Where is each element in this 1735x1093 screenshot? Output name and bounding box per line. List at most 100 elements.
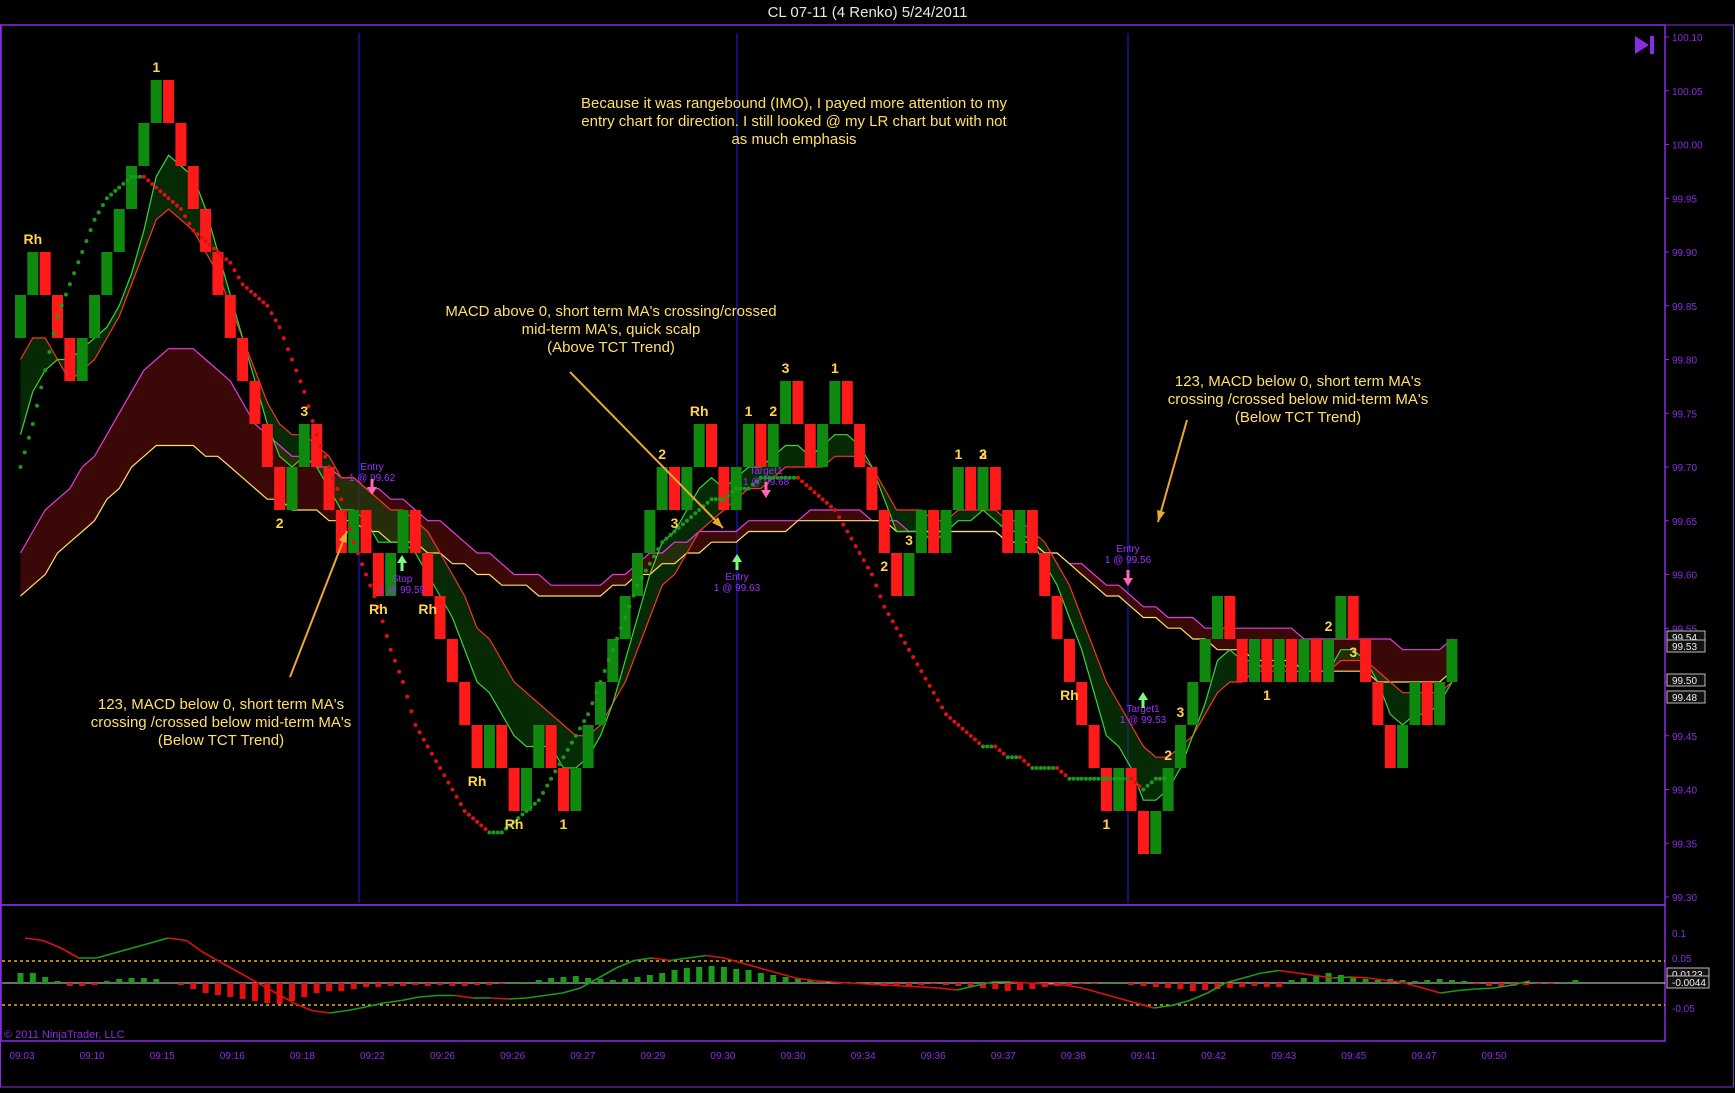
bull-brick — [767, 424, 779, 467]
long-ma-dot — [302, 389, 307, 394]
annotation-line: entry chart for direction. I still looke… — [581, 113, 1007, 130]
macd-line-segment — [1028, 982, 1047, 985]
macd-histogram-bar — [794, 979, 801, 983]
bear-brick — [212, 252, 224, 295]
bear-brick — [1347, 596, 1359, 639]
macd-line-segment — [24, 937, 44, 942]
long-ma-dot — [1022, 758, 1027, 763]
annotation-line: Because it was rangebound (IMO), I payed… — [581, 95, 1008, 112]
macd-histogram-bar — [720, 967, 727, 983]
long-ma-dot — [261, 300, 266, 305]
long-ma-dot — [927, 683, 932, 688]
long-ma-dot — [141, 174, 146, 179]
macd-line-segment — [902, 985, 921, 988]
macd-line-segment — [1064, 984, 1083, 989]
bull-brick — [1174, 725, 1186, 768]
long-ma-dot — [1088, 776, 1093, 781]
macd-line-segment — [508, 997, 527, 1000]
long-ma-dot — [590, 701, 595, 706]
pattern-label: 1 — [831, 360, 839, 376]
bear-brick — [471, 725, 483, 768]
macd-panel: 0.10.05-0.050.0123-0.0044 — [2, 929, 1710, 1015]
long-ma-dot — [178, 207, 183, 211]
annotation-text: 123, MACD below 0, short term MA's crossi… — [91, 696, 351, 749]
annotation-text: MACD above 0, short term MA's crossing/c… — [445, 303, 776, 356]
x-tick-label: 09:03 — [9, 1051, 34, 1062]
macd-histogram-bar — [1115, 982, 1122, 983]
pattern-label: Rh — [468, 773, 487, 789]
y-tick-label: 99.90 — [1672, 248, 1697, 259]
long-ma-dot — [30, 422, 35, 426]
macd-line-segment — [759, 967, 778, 974]
long-ma-dot — [327, 465, 331, 469]
macd-histogram-bar — [1522, 983, 1529, 985]
y-tick-label: 100.10 — [1672, 33, 1703, 44]
bull-brick — [113, 209, 125, 252]
buy-arrow-icon — [732, 554, 742, 562]
macd-line-segment — [938, 987, 957, 991]
long-ma-dot — [898, 633, 903, 638]
macd-histogram-bar — [424, 983, 431, 986]
macd-histogram-bar — [251, 983, 258, 1001]
long-ma-dot — [849, 536, 854, 541]
long-ma-dot — [837, 515, 842, 520]
long-ma-dot — [88, 228, 93, 233]
macd-line-segment — [132, 942, 151, 949]
macd-line-segment — [526, 994, 545, 999]
bear-brick — [1224, 596, 1236, 639]
macd-line-segment — [150, 937, 169, 944]
bull-brick — [483, 725, 495, 768]
macd-histogram-bar — [1004, 983, 1011, 991]
long-ma-dot — [956, 723, 961, 727]
bull-brick — [533, 725, 545, 768]
bear-brick — [1310, 639, 1322, 682]
long-ma-dot — [1083, 776, 1088, 781]
long-ma-dot — [1149, 780, 1154, 785]
long-ma-dot — [594, 690, 599, 695]
pattern-label: 3 — [1349, 644, 1357, 660]
macd-histogram-bar — [770, 975, 777, 983]
y-tick-label: 100.05 — [1672, 87, 1703, 98]
long-ma-dot — [919, 669, 924, 674]
long-ma-dot — [697, 508, 702, 512]
macd-line-segment — [615, 959, 635, 969]
macd-line-segment — [920, 986, 939, 989]
x-tick-label: 09:37 — [991, 1051, 1016, 1062]
long-ma-dot — [903, 640, 907, 645]
bear-brick — [792, 381, 804, 424]
annotation-line: crossing /crossed below mid-term MA's — [91, 714, 351, 731]
macd-histogram-bar — [301, 983, 308, 997]
annotation-line: as much emphasis — [731, 131, 856, 148]
long-ma-dot — [1009, 755, 1014, 760]
long-ma-dot — [684, 518, 689, 523]
macd-histogram-bar — [177, 983, 184, 985]
long-ma-dot — [1005, 755, 1010, 760]
long-ma-dot — [907, 647, 911, 652]
bull-brick — [829, 381, 841, 424]
macd-line-segment — [419, 994, 438, 998]
pattern-label: 2 — [769, 403, 777, 419]
long-ma-dot — [631, 593, 636, 598]
long-ma-dot — [405, 694, 410, 699]
macd-line-segment — [1279, 969, 1298, 974]
long-ma-dot — [425, 744, 430, 749]
long-ma-dot — [1121, 776, 1125, 781]
long-ma-dot — [841, 522, 846, 527]
x-tick-label: 09:42 — [1201, 1051, 1226, 1062]
long-ma-dot — [466, 812, 471, 817]
bear-brick — [1137, 811, 1149, 854]
macd-histogram-bar — [1140, 983, 1147, 986]
macd-line-segment — [96, 952, 115, 959]
macd-histogram-bar — [1547, 983, 1554, 984]
macd-histogram-bar — [214, 983, 221, 995]
annotation-text: 123, MACD below 0, short term MA's crossi… — [1168, 373, 1428, 426]
long-ma-dot — [35, 403, 39, 408]
long-ma-dot — [660, 540, 665, 545]
long-ma-dot — [541, 790, 545, 795]
long-ma-dot — [429, 751, 434, 756]
long-ma-dot — [442, 773, 447, 778]
long-ma-dot — [968, 733, 973, 738]
macd-y-tick-label: -0.05 — [1672, 1004, 1695, 1015]
x-tick-label: 09:15 — [150, 1051, 175, 1062]
scroll-to-end-icon[interactable] — [1633, 34, 1657, 56]
